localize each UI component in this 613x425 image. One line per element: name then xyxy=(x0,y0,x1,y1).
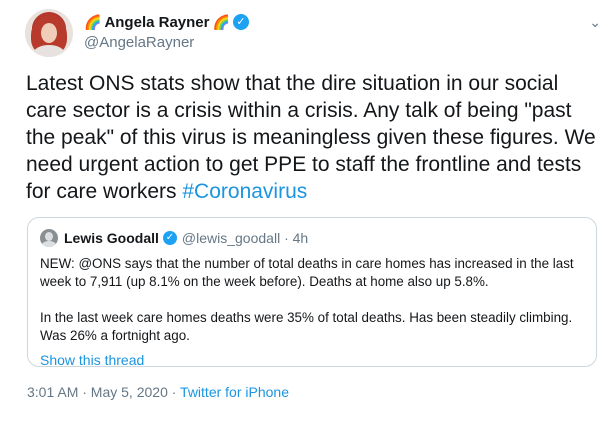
quoted-author-handle-time: @lewis_goodall · 4h xyxy=(181,230,309,246)
author-display-name[interactable]: Angela Rayner xyxy=(104,14,209,31)
quoted-paragraph-1: NEW: @ONS says that the number of total … xyxy=(40,256,574,289)
author-avatar[interactable] xyxy=(25,9,73,57)
tweet-card: 🌈 Angela Rayner 🌈 ✓ @AngelaRayner ⌄ Late… xyxy=(0,0,613,425)
tweet-source-link[interactable]: Twitter for iPhone xyxy=(180,384,289,400)
verified-badge-icon: ✓ xyxy=(162,231,177,245)
rainbow-emoji-icon: 🌈 xyxy=(212,14,230,30)
avatar-body xyxy=(33,45,65,57)
quoted-author-avatar xyxy=(40,229,58,247)
author-header: 🌈 Angela Rayner 🌈 ✓ @AngelaRayner xyxy=(84,12,249,51)
quoted-tweet-text: NEW: @ONS says that the number of total … xyxy=(40,255,584,345)
verified-badge-icon: ✓ xyxy=(232,14,249,30)
quoted-tweet-header: Lewis Goodall ✓ @lewis_goodall · 4h xyxy=(40,228,584,248)
show-thread-link[interactable]: Show this thread xyxy=(40,352,584,368)
author-handle[interactable]: @AngelaRayner xyxy=(84,34,249,51)
quoted-paragraph-2: In the last week care homes deaths were … xyxy=(40,310,573,343)
quoted-avatar-head xyxy=(45,232,53,241)
tweet-metadata: 3:01 AM · May 5, 2020 · Twitter for iPho… xyxy=(27,384,289,400)
more-options-chevron-down-icon[interactable]: ⌄ xyxy=(589,14,601,31)
quoted-avatar-body xyxy=(42,241,56,247)
tweet-text: Latest ONS stats show that the dire situ… xyxy=(26,70,596,205)
tweet-timestamp[interactable]: 3:01 AM · May 5, 2020 · xyxy=(27,384,180,400)
quoted-author-name: Lewis Goodall xyxy=(64,230,159,246)
hashtag-link[interactable]: #Coronavirus xyxy=(182,180,307,203)
rainbow-emoji-icon: 🌈 xyxy=(84,14,102,30)
quoted-tweet[interactable]: Lewis Goodall ✓ @lewis_goodall · 4h NEW:… xyxy=(27,217,597,368)
avatar-face xyxy=(41,23,57,43)
author-name-row[interactable]: 🌈 Angela Rayner 🌈 ✓ xyxy=(84,12,249,32)
tweet-body: Latest ONS stats show that the dire situ… xyxy=(26,72,596,203)
